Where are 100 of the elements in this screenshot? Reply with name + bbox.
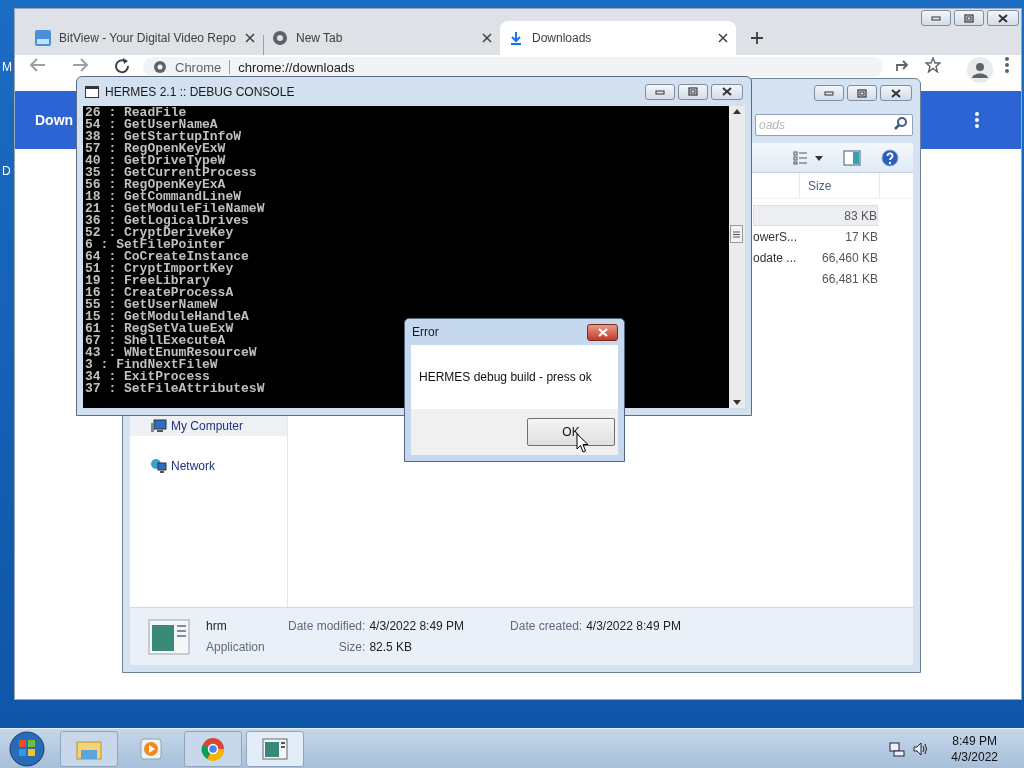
forward-icon[interactable] bbox=[71, 57, 89, 73]
search-field[interactable]: oads bbox=[755, 114, 913, 136]
scroll-up-icon[interactable] bbox=[733, 109, 741, 114]
search-icon bbox=[894, 116, 908, 130]
tab-title: New Tab bbox=[296, 30, 344, 47]
scroll-down-icon[interactable] bbox=[733, 400, 741, 405]
dialog-message: HERMES debug build - press ok bbox=[419, 369, 592, 386]
console-line: 6 : SetFilePointer bbox=[85, 239, 226, 251]
console-line: 35 : GetCurrentProcess bbox=[85, 167, 257, 179]
console-line: 16 : CreateProcessA bbox=[85, 287, 234, 299]
window-title: HERMES 2.1 :: DEBUG CONSOLE bbox=[105, 83, 296, 101]
close-icon[interactable] bbox=[245, 33, 255, 43]
console-line: 51 : CryptImportKey bbox=[85, 263, 234, 275]
profile-icon[interactable] bbox=[967, 57, 993, 83]
console-line: 3 : FindNextFileW bbox=[85, 359, 218, 371]
preview-pane-icon[interactable] bbox=[843, 149, 861, 166]
scrollbar[interactable] bbox=[729, 106, 745, 408]
site-label: Chrome bbox=[175, 59, 222, 75]
console-line: 64 : CoCreateInstance bbox=[85, 251, 249, 263]
file-size: 66,481 KB bbox=[820, 270, 878, 288]
scroll-thumb-icon[interactable] bbox=[730, 225, 743, 243]
file-type: Application bbox=[206, 639, 266, 656]
minimize-icon bbox=[931, 15, 941, 21]
file-row[interactable]: odate ... 66,460 KB bbox=[753, 247, 878, 268]
minimize-button[interactable] bbox=[814, 85, 844, 101]
close-button[interactable] bbox=[587, 323, 618, 341]
minimize-button[interactable] bbox=[645, 83, 675, 100]
console-line: 61 : RegSetValueExW bbox=[85, 323, 234, 335]
console-line: 36 : GetLogicalDrives bbox=[85, 215, 249, 227]
console-line: 67 : ShellExecuteA bbox=[85, 335, 226, 347]
close-icon bbox=[997, 13, 1009, 23]
chrome-logo-icon bbox=[153, 60, 167, 74]
address-bar[interactable]: Chrome chrome://downloads bbox=[143, 57, 883, 77]
file-row[interactable]: owerS... 17 KB bbox=[753, 226, 878, 247]
console-line: 15 : GetModuleHandleA bbox=[85, 311, 249, 323]
back-icon[interactable] bbox=[29, 57, 47, 73]
close-icon[interactable] bbox=[718, 33, 728, 43]
maximize-icon bbox=[964, 13, 974, 23]
console-line: 56 : RegOpenKeyExA bbox=[85, 179, 226, 191]
console-line: 19 : FreeLibrary bbox=[85, 275, 210, 287]
field-value: 82.5 KB bbox=[369, 639, 414, 656]
file-row[interactable]: 66,481 KB bbox=[753, 268, 878, 289]
browser-tab[interactable]: Downloads bbox=[500, 21, 736, 55]
field-label: Date created: bbox=[509, 618, 583, 635]
star-icon[interactable] bbox=[925, 57, 941, 73]
start-button-icon[interactable] bbox=[8, 729, 46, 768]
console-line: 52 : CryptDeriveKey bbox=[85, 227, 234, 239]
help-icon[interactable] bbox=[881, 148, 899, 167]
close-button[interactable] bbox=[880, 85, 912, 101]
file-name: hrm bbox=[206, 618, 228, 635]
field-label: Size: bbox=[337, 639, 366, 656]
reload-icon[interactable] bbox=[113, 57, 131, 75]
minimize-icon bbox=[824, 90, 834, 96]
nav-item[interactable]: My Computer bbox=[130, 416, 287, 436]
nav-item[interactable]: Network bbox=[130, 456, 287, 476]
column-header[interactable]: Size bbox=[800, 173, 880, 198]
computer-icon bbox=[150, 419, 167, 433]
maximize-button[interactable] bbox=[847, 85, 877, 101]
file-row[interactable]: 83 KB bbox=[753, 205, 878, 226]
ok-button[interactable]: OK bbox=[527, 418, 615, 446]
download-icon bbox=[508, 30, 524, 46]
tab-title: Downloads bbox=[532, 30, 593, 47]
close-button[interactable] bbox=[711, 83, 743, 100]
more-icon[interactable] bbox=[1005, 57, 1009, 73]
chrome-icon bbox=[199, 735, 227, 762]
taskbar-app-button[interactable] bbox=[184, 730, 242, 767]
bitview-logo-icon bbox=[35, 30, 51, 46]
tab-title: BitView - Your Digital Video Repo bbox=[59, 30, 237, 47]
minimize-button[interactable] bbox=[921, 10, 951, 26]
file-name: owerS... bbox=[753, 228, 797, 246]
volume-icon[interactable] bbox=[913, 741, 930, 756]
more-icon[interactable] bbox=[975, 112, 979, 128]
maximize-button[interactable] bbox=[678, 83, 708, 100]
console-line: 57 : RegOpenKeyExW bbox=[85, 143, 226, 155]
console-line: 54 : GetUserNameA bbox=[85, 119, 218, 131]
close-icon bbox=[721, 87, 733, 96]
maximize-button[interactable] bbox=[954, 10, 984, 26]
taskbar-app-button[interactable] bbox=[246, 730, 304, 767]
close-button[interactable] bbox=[987, 10, 1019, 26]
console-line: 43 : WNetEnumResourceW bbox=[85, 347, 257, 359]
network-icon bbox=[150, 458, 167, 474]
network-icon[interactable] bbox=[889, 740, 906, 757]
console-line: 21 : GetModuleFileNameW bbox=[85, 203, 265, 215]
nav-label: Network bbox=[171, 458, 215, 475]
new-tab-icon[interactable] bbox=[750, 31, 764, 45]
maximize-icon bbox=[857, 88, 867, 98]
console-line: 18 : GetCommandLineW bbox=[85, 191, 242, 203]
close-icon[interactable] bbox=[482, 33, 492, 43]
clock[interactable]: 8:49 PM 4/3/2022 bbox=[951, 732, 998, 765]
application-icon bbox=[148, 618, 190, 655]
console-line: 34 : ExitProcess bbox=[85, 371, 210, 383]
media-icon bbox=[137, 735, 165, 762]
console-line: 26 : ReadFile bbox=[85, 107, 187, 119]
list-view-icon[interactable] bbox=[793, 150, 823, 165]
maximize-icon bbox=[688, 87, 698, 96]
file-size: 66,460 KB bbox=[820, 249, 878, 267]
file-name: odate ... bbox=[753, 249, 797, 267]
file-size: 83 KB bbox=[843, 207, 877, 225]
clock-date: 4/3/2022 bbox=[951, 748, 998, 765]
clock-time: 8:49 PM bbox=[952, 732, 997, 749]
